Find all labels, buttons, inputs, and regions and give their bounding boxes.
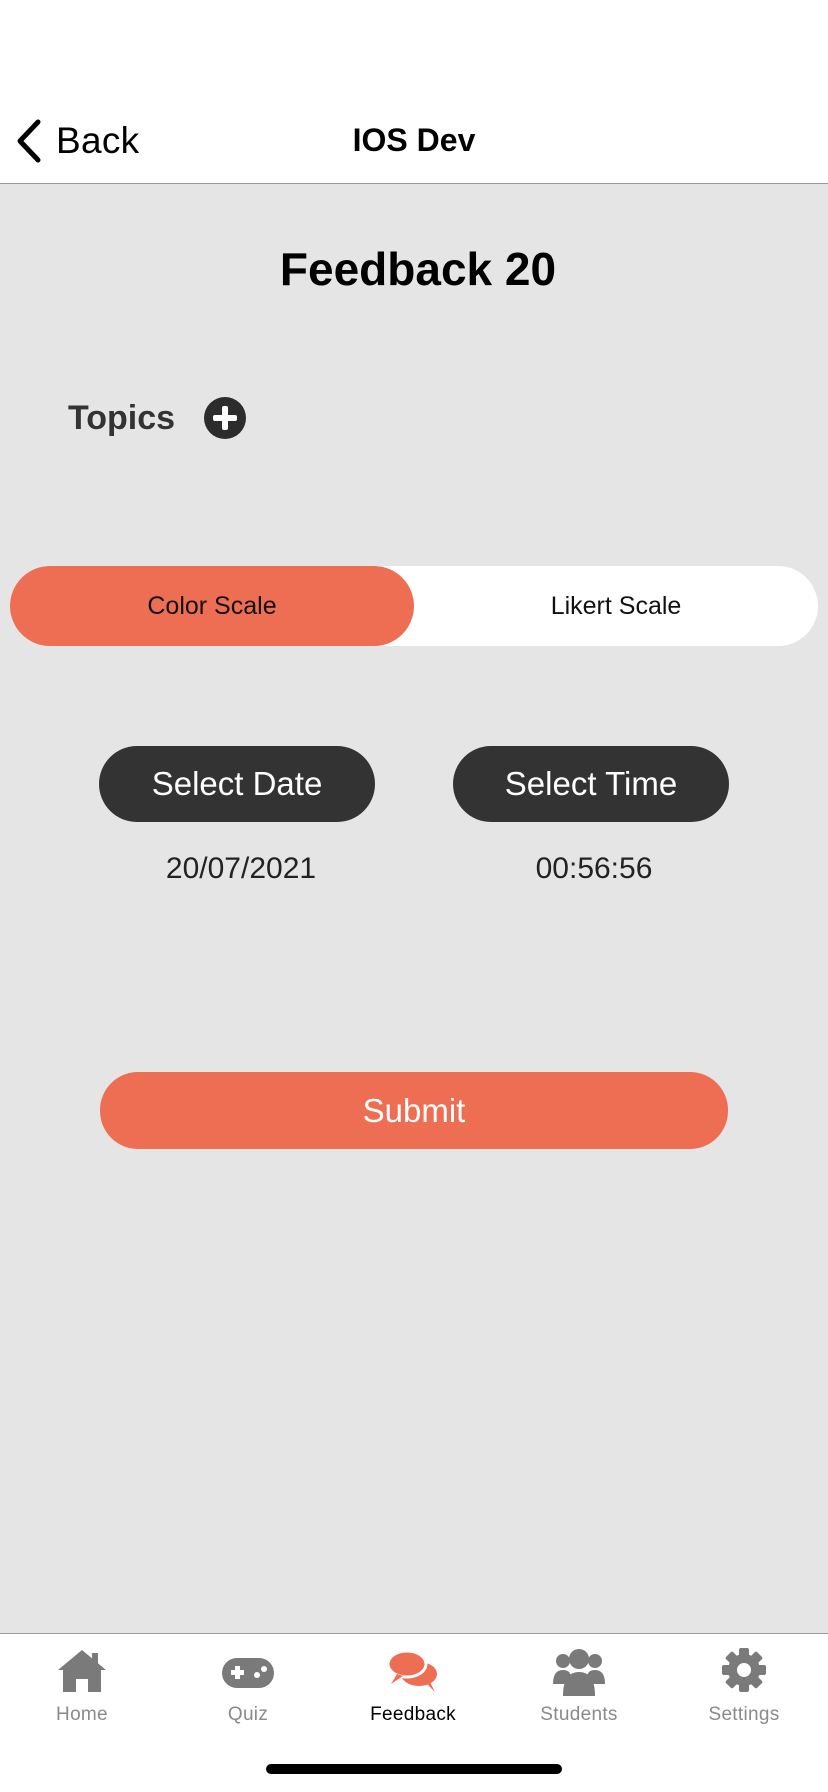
page-title: Feedback 20 xyxy=(279,243,557,295)
gamepad-icon xyxy=(222,1658,274,1688)
status-bar-area xyxy=(0,0,828,100)
gear-icon xyxy=(722,1648,766,1692)
segment-likert-scale[interactable]: Likert Scale xyxy=(414,566,818,646)
tab-feedback[interactable]: Feedback xyxy=(343,1646,483,1746)
tab-students-label: Students xyxy=(540,1704,618,1725)
navigation-bar: Back IOS Dev xyxy=(0,100,828,184)
users-icon xyxy=(553,1649,605,1696)
tab-home-label: Home xyxy=(56,1704,108,1725)
tab-quiz-label: Quiz xyxy=(227,1704,269,1725)
select-time-button[interactable]: Select Time xyxy=(453,746,729,822)
segment-color-scale[interactable]: Color Scale xyxy=(10,566,414,646)
tab-feedback-label: Feedback xyxy=(370,1704,456,1725)
topics-row: Topics xyxy=(68,396,247,440)
selected-date-value: 20/07/2021 xyxy=(165,852,317,885)
home-icon xyxy=(58,1650,106,1692)
select-date-button[interactable]: Select Date xyxy=(99,746,375,822)
scale-segmented-control: Color Scale Likert Scale xyxy=(10,566,818,646)
add-topic-button[interactable] xyxy=(204,397,247,439)
tab-settings-label: Settings xyxy=(708,1704,780,1725)
topics-label: Topics xyxy=(68,398,176,437)
tab-quiz[interactable]: Quiz xyxy=(178,1646,318,1746)
tab-home[interactable]: Home xyxy=(12,1646,152,1746)
submit-button[interactable]: Submit xyxy=(100,1072,728,1149)
home-indicator xyxy=(266,1764,562,1774)
nav-title: IOS Dev xyxy=(352,122,476,158)
tab-students[interactable]: Students xyxy=(509,1646,649,1746)
selected-time-value: 00:56:56 xyxy=(535,852,653,885)
tab-settings[interactable]: Settings xyxy=(674,1646,814,1746)
chat-bubbles-icon xyxy=(386,1649,437,1692)
